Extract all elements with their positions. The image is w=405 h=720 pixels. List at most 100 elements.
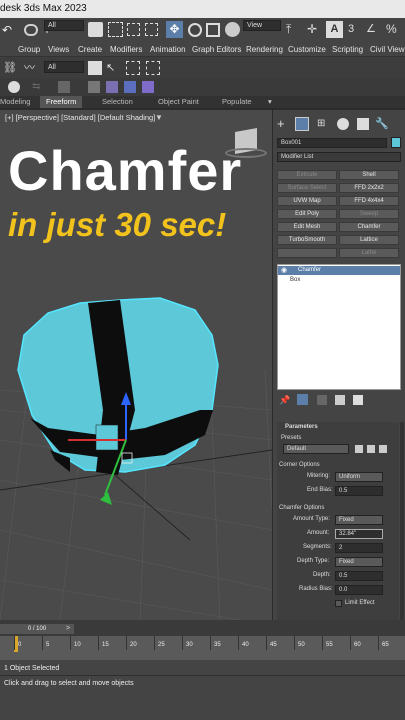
depth-type-dropdown[interactable]: Fixed bbox=[335, 557, 383, 567]
menu-item-create[interactable]: Create bbox=[78, 43, 102, 56]
modifier-button-blank[interactable] bbox=[277, 248, 337, 258]
object-color-swatch[interactable] bbox=[391, 137, 401, 148]
modifier-button-turbosmooth[interactable]: TurboSmooth bbox=[277, 235, 337, 245]
menu-item-group[interactable]: Group bbox=[18, 43, 40, 56]
rotate-icon[interactable] bbox=[188, 23, 202, 37]
select-object-icon[interactable] bbox=[88, 22, 103, 37]
preset-delete-icon[interactable] bbox=[379, 445, 387, 453]
curve-editor-icon[interactable] bbox=[88, 81, 100, 93]
link-chain-icon[interactable]: ⛓ bbox=[3, 61, 17, 75]
panel-scrollbar[interactable] bbox=[400, 422, 404, 620]
menu-item-customize[interactable]: Customize bbox=[288, 43, 326, 56]
time-slider[interactable]: 0 / 100 bbox=[0, 624, 74, 634]
show-end-result-icon[interactable] bbox=[297, 394, 308, 405]
display-tab-icon[interactable] bbox=[357, 118, 369, 130]
parameters-title[interactable]: Parameters bbox=[285, 424, 318, 430]
menu-item-views[interactable]: Views bbox=[48, 43, 69, 56]
render-teapot-icon[interactable] bbox=[142, 81, 154, 93]
select-manipulate-icon[interactable]: ✛ bbox=[307, 22, 322, 37]
tab-modeling[interactable]: Modeling bbox=[0, 96, 30, 108]
amount-type-dropdown[interactable]: Fixed bbox=[335, 515, 383, 525]
tab-selection[interactable]: Selection bbox=[102, 96, 133, 108]
placement-icon[interactable] bbox=[225, 22, 240, 37]
render-icon[interactable] bbox=[146, 61, 160, 75]
create-tab-icon[interactable]: + bbox=[277, 117, 289, 130]
schematic-icon[interactable] bbox=[106, 81, 118, 93]
modifier-button-chamfer[interactable]: Chamfer bbox=[339, 222, 399, 232]
link-icon[interactable] bbox=[24, 24, 38, 36]
stack-item-box[interactable]: Box bbox=[278, 276, 400, 285]
select-by-name-icon[interactable] bbox=[108, 22, 123, 37]
track-bar[interactable] bbox=[0, 636, 405, 660]
end-bias-spinner[interactable]: 0.5 bbox=[335, 486, 383, 496]
layer-dropdown[interactable]: All bbox=[44, 61, 84, 73]
modifier-button-shell[interactable]: Shell bbox=[339, 170, 399, 180]
amount-spinner[interactable]: 32.84" bbox=[335, 529, 383, 539]
remove-modifier-icon[interactable] bbox=[335, 395, 345, 405]
radius-bias-spinner[interactable]: 0.0 bbox=[335, 585, 383, 595]
modifier-button-extrude[interactable]: Extrude bbox=[277, 170, 337, 180]
gear-icon[interactable] bbox=[8, 81, 20, 93]
move-icon[interactable]: ✥ bbox=[166, 21, 183, 38]
menu-item-rendering[interactable]: Rendering bbox=[246, 43, 283, 56]
eye-icon[interactable]: ◉ bbox=[281, 266, 287, 274]
modifier-button-ffd-2x2x2[interactable]: FFD 2x2x2 bbox=[339, 183, 399, 193]
object-name-field[interactable]: Box001 bbox=[277, 138, 387, 148]
render-frame-icon[interactable] bbox=[126, 61, 140, 75]
percent-snap-icon[interactable]: % bbox=[386, 22, 401, 37]
snap-icon[interactable]: 3 bbox=[348, 22, 363, 37]
perspective-viewport[interactable]: [+] [Perspective] [Standard] [Default Sh… bbox=[0, 110, 272, 620]
preset-save-icon[interactable] bbox=[367, 445, 375, 453]
modifier-button-edit-mesh[interactable]: Edit Mesh bbox=[277, 222, 337, 232]
menu-item-civil-view[interactable]: Civil View bbox=[370, 43, 405, 56]
presets-dropdown[interactable]: Default bbox=[283, 444, 349, 454]
menu-item-graph-editors[interactable]: Graph Editors bbox=[192, 43, 241, 56]
bind-spacewarp-icon[interactable]: 〰 bbox=[24, 61, 38, 75]
ref-coord-dropdown[interactable]: View bbox=[243, 20, 281, 31]
pivot-icon[interactable]: ⤒ bbox=[286, 22, 301, 37]
time-slider-next-icon[interactable]: > bbox=[66, 624, 75, 634]
pin-stack-icon[interactable]: 📌 bbox=[279, 395, 290, 406]
limit-effect-checkbox[interactable] bbox=[335, 600, 342, 607]
ribbon-options-icon[interactable]: ▾ bbox=[268, 96, 272, 108]
utilities-tab-icon[interactable]: 🔧 bbox=[375, 118, 389, 130]
mirror-icon[interactable]: ⇆ bbox=[32, 81, 44, 93]
modifier-button-lattice[interactable]: Lattice bbox=[339, 235, 399, 245]
stack-item-chamfer[interactable]: Chamfer bbox=[278, 266, 400, 275]
segments-spinner[interactable]: 2 bbox=[335, 543, 383, 553]
tab-freeform[interactable]: Freeform bbox=[40, 96, 83, 108]
material-editor-icon[interactable]: ↖ bbox=[106, 61, 120, 75]
mitering-dropdown[interactable]: Uniform bbox=[335, 472, 383, 482]
modifier-button-sweep[interactable]: Sweep bbox=[339, 209, 399, 219]
keyboard-shortcut-icon[interactable]: A bbox=[326, 21, 343, 38]
status-divider bbox=[0, 675, 405, 676]
modifier-button-ffd-4x4x4[interactable]: FFD 4x4x4 bbox=[339, 196, 399, 206]
undo-icon[interactable]: ↶ bbox=[2, 23, 16, 37]
modifier-button-uvw-map[interactable]: UVW Map bbox=[277, 196, 337, 206]
angle-snap-icon[interactable]: ∠ bbox=[366, 22, 381, 37]
modifier-list-dropdown[interactable]: Modifier List bbox=[277, 152, 401, 162]
timeline-tick bbox=[14, 636, 15, 650]
menu-item-scripting[interactable]: Scripting bbox=[332, 43, 363, 56]
tab-object-paint[interactable]: Object Paint bbox=[158, 96, 199, 108]
make-unique-icon[interactable] bbox=[317, 395, 327, 405]
modify-tab-icon[interactable] bbox=[295, 117, 309, 131]
selection-filter-dropdown[interactable]: All bbox=[44, 20, 84, 31]
modifier-button-lathe[interactable]: Lathe bbox=[339, 248, 399, 258]
rect-selection-icon[interactable] bbox=[127, 23, 140, 36]
render-setup-icon[interactable] bbox=[88, 61, 102, 75]
window-crossing-icon[interactable] bbox=[145, 23, 158, 36]
depth-spinner[interactable]: 0.5 bbox=[335, 571, 383, 581]
preset-add-icon[interactable] bbox=[355, 445, 363, 453]
material-icon[interactable] bbox=[124, 81, 136, 93]
menu-item-modifiers[interactable]: Modifiers bbox=[110, 43, 142, 56]
hierarchy-tab-icon[interactable]: ⊞ bbox=[317, 118, 329, 130]
modifier-button-surface-select[interactable]: Surface Select bbox=[277, 183, 337, 193]
motion-tab-icon[interactable] bbox=[337, 118, 349, 130]
modifier-button-edit-poly[interactable]: Edit Poly bbox=[277, 209, 337, 219]
scale-icon[interactable] bbox=[206, 23, 220, 37]
align-icon[interactable] bbox=[58, 81, 70, 93]
menu-item-animation[interactable]: Animation bbox=[150, 43, 186, 56]
configure-sets-icon[interactable] bbox=[353, 395, 363, 405]
tab-populate[interactable]: Populate bbox=[222, 96, 252, 108]
